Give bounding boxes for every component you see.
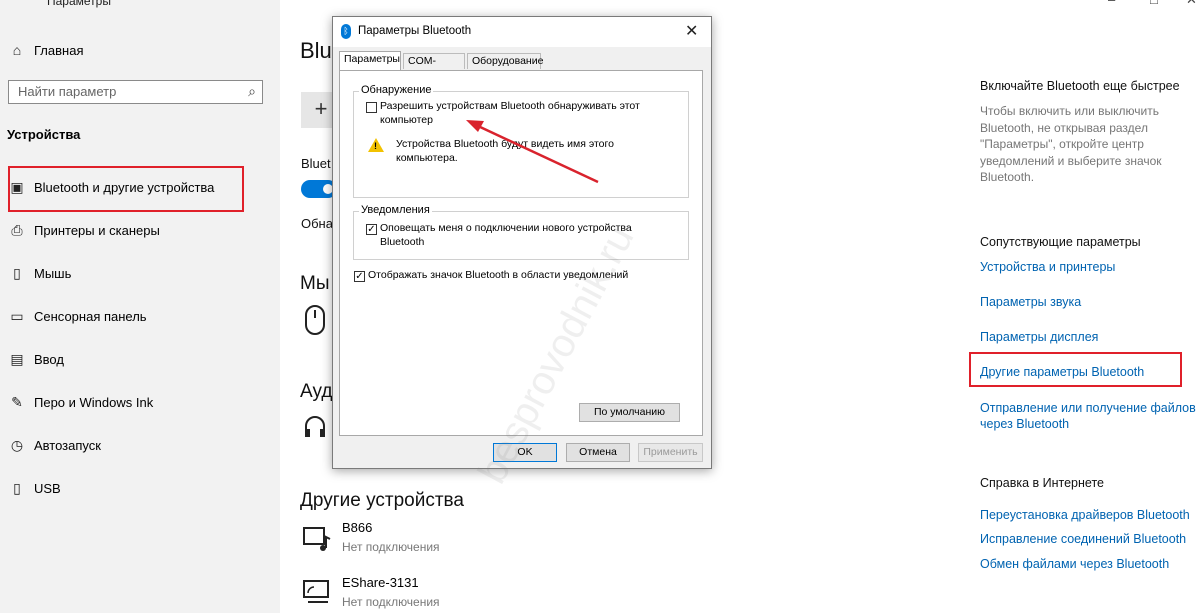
- other-devices-heading: Другие устройства: [300, 490, 464, 511]
- label-line: Оповещать меня о подключении нового устр…: [380, 222, 632, 234]
- device-name: B866: [342, 520, 373, 535]
- device-item[interactable]: EShare-3131 Нет подключения: [300, 573, 560, 613]
- plus-icon: +: [314, 96, 328, 121]
- dialog-titlebar[interactable]: ᛒ Параметры Bluetooth ✕: [333, 17, 711, 47]
- apply-button[interactable]: Применить: [638, 443, 703, 462]
- tab-label: Оборудование: [472, 55, 544, 67]
- sidebar-item-label: USB: [34, 480, 61, 496]
- link-sound-settings[interactable]: Параметры звука: [980, 294, 1081, 310]
- link-display-settings[interactable]: Параметры дисплея: [980, 329, 1098, 345]
- related-heading: Сопутствующие параметры: [980, 235, 1141, 249]
- mouse-device-icon: [305, 305, 325, 335]
- touchpad-icon: ▭: [10, 307, 24, 324]
- maximize-button[interactable]: □: [1150, 0, 1158, 7]
- restore-defaults-button[interactable]: По умолчанию: [579, 403, 680, 422]
- sidebar-item-label: Принтеры и сканеры: [34, 222, 160, 238]
- sidebar-item-label: Перо и Windows Ink: [34, 394, 154, 410]
- label-line: компьютер: [380, 113, 433, 126]
- notify-checkbox[interactable]: ✓: [366, 224, 377, 235]
- close-icon[interactable]: ✕: [685, 21, 698, 41]
- sidebar: Параметры ⌂ Главная Найти параметр ⌕ Уст…: [0, 0, 280, 613]
- help-heading: Справка в Интернете: [980, 476, 1104, 490]
- search-placeholder: Найти параметр: [18, 84, 117, 99]
- warning-icon-mark: !: [374, 141, 377, 151]
- sidebar-item-pen[interactable]: ✎ Перо и Windows Ink: [0, 382, 280, 422]
- sidebar-item-printers[interactable]: ⎙ Принтеры и сканеры: [0, 210, 280, 250]
- discovery-group-label: Обнаружение: [359, 84, 434, 96]
- search-icon: ⌕: [248, 83, 256, 99]
- autoplay-icon: ◷: [10, 436, 24, 453]
- mouse-icon: ▯: [13, 264, 21, 281]
- tab-label: Параметры: [344, 53, 400, 65]
- link-devices-printers[interactable]: Устройства и принтеры: [980, 259, 1115, 275]
- mouse-wheel: [314, 310, 316, 318]
- close-window-button[interactable]: ✕: [1186, 0, 1197, 8]
- link-reinstall-drivers[interactable]: Переустановка драйверов Bluetooth: [980, 507, 1190, 523]
- sidebar-item-typing[interactable]: ▤ Ввод: [0, 339, 280, 379]
- headphones-icon: [303, 414, 327, 438]
- usb-icon: ▯: [13, 479, 21, 496]
- device-status: Нет подключения: [342, 540, 440, 554]
- tray-icon-checkbox[interactable]: ✓: [354, 271, 365, 282]
- bluetooth-icon: ᛒ: [341, 24, 351, 39]
- sidebar-item-mouse[interactable]: ▯ Мышь: [0, 253, 280, 293]
- display-device-icon: [302, 577, 332, 607]
- sidebar-item-autoplay[interactable]: ◷ Автозапуск: [0, 425, 280, 465]
- home-icon: ⌂: [12, 42, 22, 58]
- cancel-button[interactable]: Отмена: [566, 443, 630, 462]
- keyboard-icon: ▤: [10, 350, 24, 367]
- warning-text: Устройства Bluetooth будут видеть имя эт…: [396, 138, 614, 165]
- warning-line: Устройства Bluetooth будут видеть имя эт…: [396, 138, 614, 150]
- sidebar-item-touchpad[interactable]: ▭ Сенсорная панель: [0, 296, 280, 336]
- audio-heading: Ауд: [300, 381, 333, 402]
- faster-heading: Включайте Bluetooth еще быстрее: [980, 79, 1180, 93]
- discovery-checkbox-label: Разрешить устройствам Bluetooth обнаружи…: [380, 100, 640, 127]
- notifications-group-label: Уведомления: [359, 204, 432, 216]
- device-item[interactable]: B866 Нет подключения: [300, 520, 560, 560]
- tab-hardware[interactable]: Оборудование: [467, 53, 544, 69]
- sidebar-item-home[interactable]: ⌂ Главная: [0, 30, 280, 70]
- sidebar-item-label: Главная: [34, 42, 84, 58]
- label-line: Разрешить устройствам Bluetooth обнаружи…: [380, 100, 640, 112]
- search-input[interactable]: Найти параметр ⌕: [8, 80, 263, 104]
- discoverable-label: Обна: [301, 216, 333, 231]
- device-status: Нет подключения: [342, 595, 440, 609]
- link-send-receive-files[interactable]: Отправление или получение файлов через B…: [980, 400, 1198, 432]
- section-heading: Устройства: [7, 127, 81, 142]
- highlight-box: [969, 352, 1182, 387]
- printer-icon: ⎙: [11, 221, 23, 238]
- faster-text: Чтобы включить или выключить Bluetooth, …: [980, 104, 1162, 184]
- warning-line: компьютера.: [396, 151, 458, 164]
- minimize-button[interactable]: –: [1108, 0, 1115, 7]
- media-device-icon: [302, 525, 332, 555]
- device-name: EShare-3131: [342, 575, 419, 590]
- discovery-checkbox[interactable]: [366, 102, 377, 113]
- sidebar-item-label: Мышь: [34, 265, 72, 281]
- highlight-box: [8, 166, 244, 212]
- mouse-heading: Мы: [300, 273, 330, 294]
- tab-settings[interactable]: Параметры: [339, 51, 401, 71]
- link-fix-connections[interactable]: Исправление соединений Bluetooth: [980, 531, 1186, 547]
- bluetooth-label: Bluet: [301, 156, 331, 171]
- sidebar-item-label: Автозапуск: [34, 437, 101, 453]
- link-share-files[interactable]: Обмен файлами через Bluetooth: [980, 556, 1169, 572]
- tab-com-ports[interactable]: COM-порты: [403, 53, 465, 82]
- dialog-title: Параметры Bluetooth: [358, 25, 472, 37]
- sidebar-item-label: Ввод: [34, 351, 64, 367]
- pen-icon: ✎: [11, 393, 23, 410]
- sidebar-item-usb[interactable]: ▯ USB: [0, 468, 280, 508]
- sidebar-item-label: Сенсорная панель: [34, 308, 147, 324]
- window-title: Параметры: [47, 0, 111, 8]
- page-title: Blu: [300, 38, 332, 63]
